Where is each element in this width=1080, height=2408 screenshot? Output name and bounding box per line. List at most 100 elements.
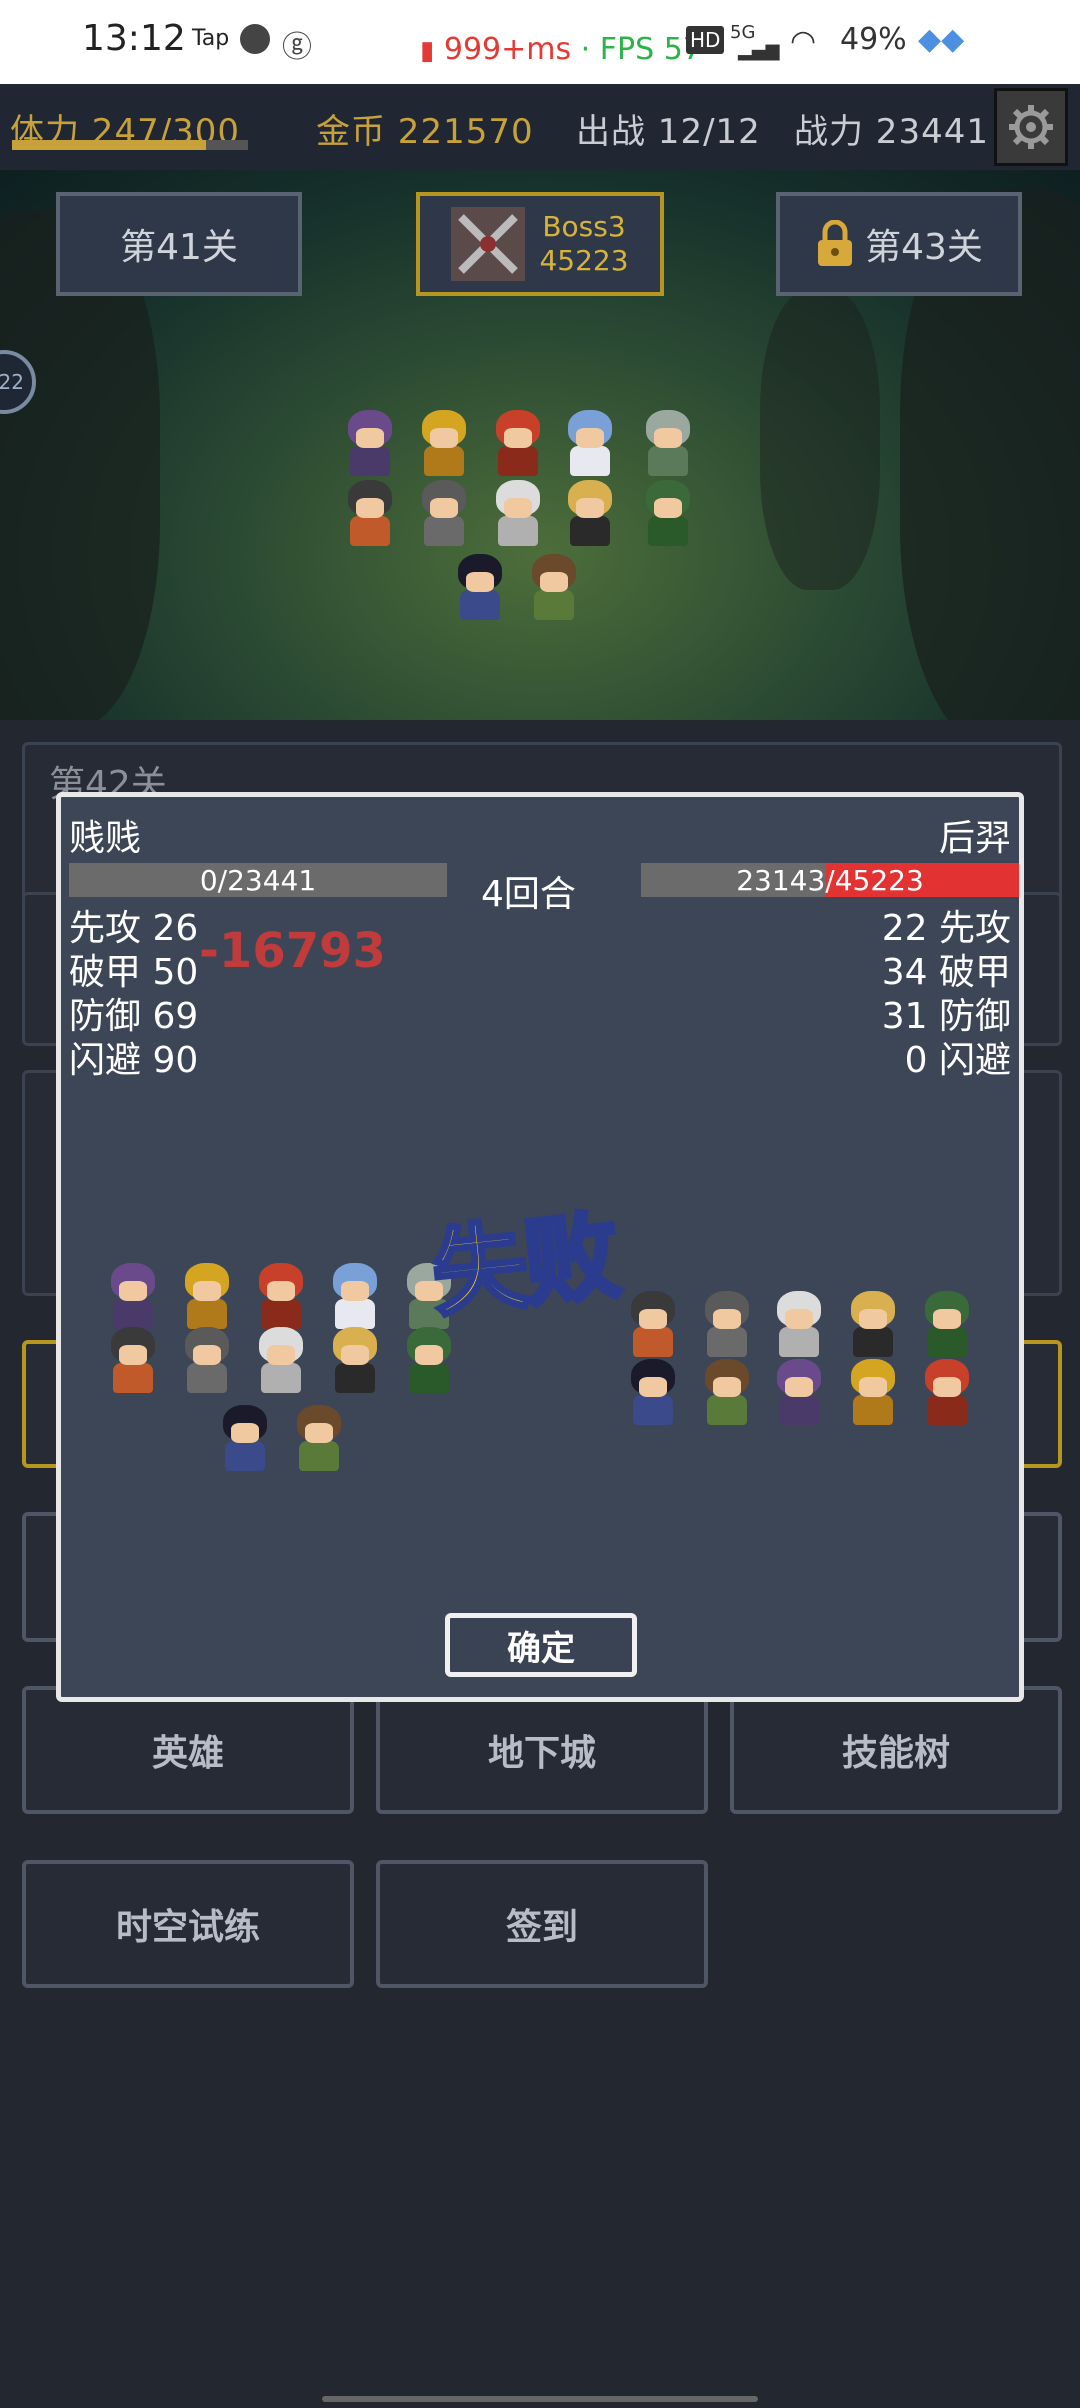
hero-sprite — [558, 406, 622, 478]
hd-icon: HD — [686, 26, 725, 54]
left-stat-row: 闪避 90 — [69, 1039, 198, 1083]
stat-label: 闪避 — [938, 1040, 1011, 1081]
stat-value: 31 — [881, 996, 928, 1037]
hero-sprite — [621, 1287, 685, 1359]
hero-sprite — [412, 406, 476, 478]
left-stats: 先攻 26 破甲 50 防御 69 闪避 90 — [69, 907, 198, 1083]
stat-label: 破甲 — [938, 952, 1011, 993]
left-stat-row: 先攻 26 — [69, 907, 198, 951]
hero-sprite — [323, 1323, 387, 1395]
right-stats: 22 先攻 34 破甲 31 防御 0 闪避 — [882, 907, 1011, 1083]
prev-stage-button[interactable]: 第41关 — [56, 192, 302, 296]
left-stat-row: 破甲 50 — [69, 951, 198, 995]
boss-power: 45223 — [539, 244, 629, 277]
hero-sprite — [767, 1355, 831, 1427]
left-hp-bar: 0/23441 — [69, 863, 447, 897]
side-badge-text: 22 — [0, 370, 24, 394]
right-hp-bar: 23143/45223 — [641, 863, 1019, 897]
sign-in-button[interactable]: 签到 — [376, 1860, 708, 1988]
battery-text: 49% — [840, 22, 907, 57]
stat-label: 防御 — [938, 996, 1011, 1037]
hero-sprite — [558, 476, 622, 548]
next-stage-button[interactable]: 第43关 — [776, 192, 1022, 296]
settings-button[interactable] — [994, 88, 1068, 166]
hero-sprite — [522, 550, 586, 622]
stat-label: 先攻 — [938, 908, 1011, 949]
dungeon-label: 地下城 — [487, 1733, 596, 1774]
home-indicator[interactable] — [322, 2396, 758, 2402]
right-hp-text: 23143/45223 — [736, 864, 924, 897]
stat-value: 90 — [152, 1040, 199, 1081]
battle-result-dialog: 贱贱 后羿 0/23441 4回合 23143/45223 先攻 26 破甲 5… — [56, 792, 1024, 1702]
notification-icon: ◆◆ — [918, 22, 965, 57]
status-bar: 13:12 Tap ⓖ ▮ 999+ms · FPS 57 HD 5G ▂▄▆ … — [0, 0, 1080, 84]
scene-tree — [760, 290, 880, 590]
deploy-text: 出战 12/12 — [576, 112, 761, 152]
lock-icon — [818, 220, 853, 266]
right-hp-separator: / — [825, 863, 835, 897]
hero-sprite — [175, 1323, 239, 1395]
right-stat-row: 22 先攻 — [882, 907, 1011, 951]
fps-separator: · — [580, 32, 591, 67]
hero-sprite — [412, 476, 476, 548]
hero-sprite — [841, 1355, 905, 1427]
hero-sprite — [101, 1323, 165, 1395]
hero-sprite — [636, 406, 700, 478]
dungeon-button[interactable]: 地下城 — [376, 1686, 708, 1814]
stat-value: 50 — [152, 952, 199, 993]
confirm-button[interactable]: 确定 — [445, 1613, 637, 1677]
speed-icon — [240, 24, 270, 54]
hero-sprite — [249, 1259, 313, 1331]
crossed-swords-icon — [451, 207, 526, 281]
wifi-icon: ◠ — [790, 24, 817, 59]
right-stat-row: 34 破甲 — [882, 951, 1011, 995]
stat-value: 34 — [881, 952, 928, 993]
latency-text: 999+ms — [443, 32, 572, 67]
sign-in-label: 签到 — [505, 1907, 578, 1948]
hero-sprite — [915, 1287, 979, 1359]
tap-icon: Tap — [192, 26, 230, 51]
hero-sprite — [287, 1401, 351, 1473]
time-trial-button[interactable]: 时空试练 — [22, 1860, 354, 1988]
skill-tree-button[interactable]: 技能树 — [730, 1686, 1062, 1814]
battle-scene: 第41关 Boss3 45223 第43关 22 — [0, 170, 1080, 720]
hero-sprite — [915, 1355, 979, 1427]
left-fighter-name: 贱贱 — [69, 818, 142, 859]
heroes-button[interactable]: 英雄 — [22, 1686, 354, 1814]
stamina-bar-fill — [12, 140, 206, 150]
boss-label: Boss3 — [542, 210, 626, 243]
right-stat-row: 31 防御 — [882, 995, 1011, 1039]
hero-sprite — [338, 476, 402, 548]
gear-icon — [1009, 105, 1053, 149]
right-hp-current: 23143 — [736, 863, 826, 897]
left-hp-text: 0/23441 — [199, 863, 317, 897]
clock: 13:12 — [82, 18, 186, 59]
hero-sprite — [101, 1259, 165, 1331]
boss-stage-button[interactable]: Boss3 45223 — [416, 192, 664, 296]
stat-value: 26 — [152, 908, 199, 949]
swirl-icon: ⓖ — [282, 30, 312, 65]
heroes-label: 英雄 — [151, 1733, 224, 1774]
hero-sprite — [323, 1259, 387, 1331]
hero-sprite — [695, 1287, 759, 1359]
damage-number: -16793 — [199, 923, 386, 979]
hero-sprite — [695, 1355, 759, 1427]
round-counter: 4回合 — [481, 874, 576, 915]
hero-sprite — [486, 476, 550, 548]
cell-signal-icon: ▂▄▆ — [738, 40, 780, 61]
hero-sprite — [448, 550, 512, 622]
stat-value: 69 — [152, 996, 199, 1037]
stat-value: 22 — [881, 908, 928, 949]
hero-sprite — [338, 406, 402, 478]
next-stage-label: 第43关 — [865, 227, 983, 268]
hero-sprite — [213, 1401, 277, 1473]
stat-label: 先攻 — [69, 908, 142, 949]
prev-stage-label: 第41关 — [120, 227, 238, 268]
power-text: 战力 23441 — [794, 112, 989, 152]
perf-overlay: ▮ 999+ms · FPS 57 — [420, 32, 702, 67]
hero-sprite — [175, 1259, 239, 1331]
skill-tree-label: 技能树 — [841, 1733, 950, 1774]
stat-label: 防御 — [69, 996, 142, 1037]
stat-value: 0 — [904, 1040, 928, 1081]
resource-bar: 体力 247/300 金币 221570 出战 12/12 战力 23441 — [0, 84, 1080, 170]
